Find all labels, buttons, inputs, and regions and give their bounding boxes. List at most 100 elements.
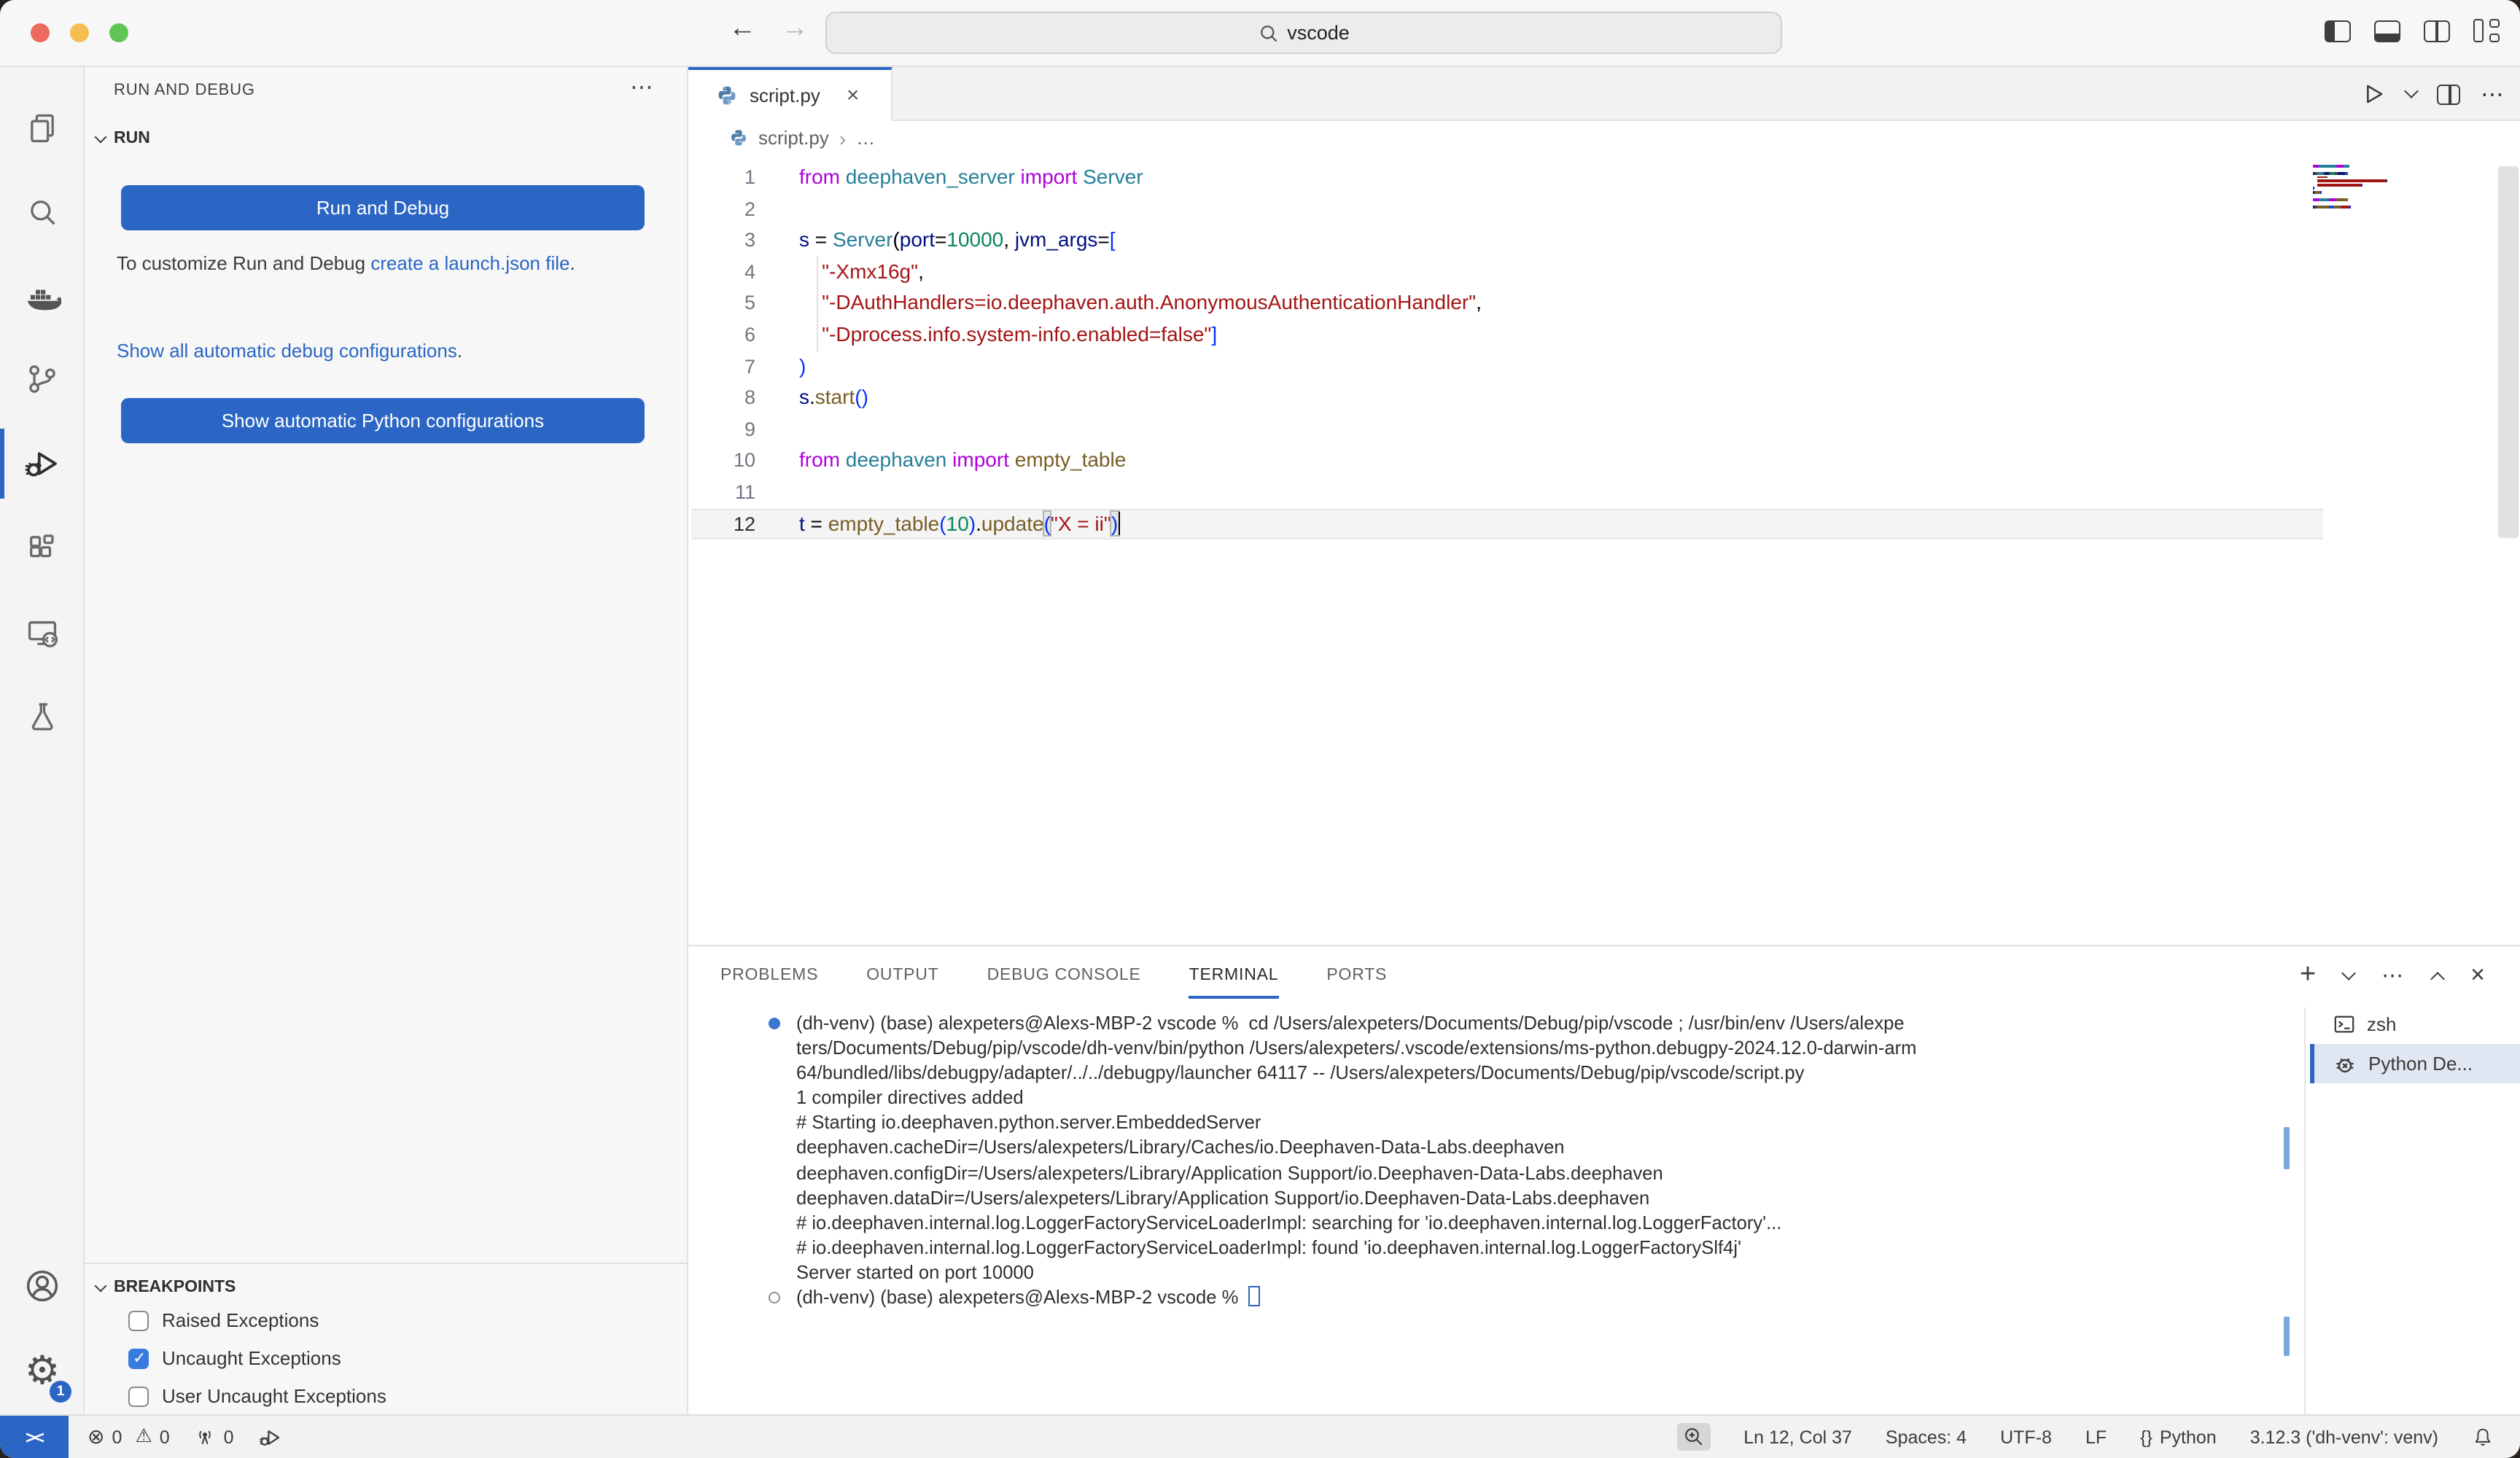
- checkbox-checked[interactable]: [128, 1348, 149, 1368]
- code-line-10[interactable]: 10from deephaven import empty_table: [688, 445, 2520, 477]
- code-line-5[interactable]: 5 "-DAuthHandlers=io.deephaven.auth.Anon…: [688, 288, 2520, 319]
- run-section-header[interactable]: RUN: [96, 130, 150, 147]
- breadcrumb[interactable]: script.py › …: [688, 121, 2520, 155]
- close-window-button[interactable]: [31, 23, 50, 42]
- sidebar-item-explorer[interactable]: [0, 87, 85, 169]
- sidebar-item-search[interactable]: [0, 172, 85, 254]
- sidebar-item-testing[interactable]: [0, 677, 85, 758]
- remote-indicator[interactable]: ><: [0, 1416, 69, 1458]
- editor-more-actions-icon[interactable]: ⋯: [2481, 79, 2505, 109]
- cursor-position[interactable]: Ln 12, Col 37: [1743, 1427, 1852, 1447]
- language-mode[interactable]: {} Python: [2140, 1427, 2217, 1447]
- tab-debug-console[interactable]: DEBUG CONSOLE: [987, 961, 1141, 990]
- breakpoints-section: BREAKPOINTS Raised Exceptions Uncaught E…: [85, 1263, 687, 1264]
- code-line-6[interactable]: 6 "-Dprocess.info.system-info.enabled=fa…: [688, 319, 2520, 351]
- tab-problems[interactable]: PROBLEMS: [720, 961, 818, 990]
- sidebar-item-remote-explorer[interactable]: [0, 592, 85, 674]
- create-launch-json-link[interactable]: create a launch.json file: [370, 252, 569, 274]
- tab-output[interactable]: OUTPUT: [866, 961, 938, 990]
- line-number: 11: [688, 477, 755, 508]
- python-file-icon: [729, 128, 748, 147]
- code-line-11[interactable]: 11: [688, 477, 2520, 508]
- zoom-status-icon[interactable]: [1676, 1423, 1710, 1451]
- indentation[interactable]: Spaces: 4: [1886, 1427, 1967, 1447]
- terminal-list-item-zsh[interactable]: zsh: [2310, 1005, 2520, 1044]
- tab-ports[interactable]: PORTS: [1326, 961, 1387, 990]
- terminal-scrollbar-mark[interactable]: [2284, 1317, 2290, 1356]
- sidebar-item-docker[interactable]: [0, 257, 85, 338]
- code-line-2[interactable]: 2: [688, 193, 2520, 225]
- problems-status[interactable]: ⊗ 0 ⚠ 0: [88, 1425, 170, 1449]
- warning-icon: ⚠: [135, 1426, 152, 1448]
- terminal-scrollbar-mark[interactable]: [2284, 1127, 2290, 1169]
- breakpoints-header[interactable]: BREAKPOINTS: [96, 1279, 236, 1296]
- toggle-sidebar-icon[interactable]: [2325, 20, 2351, 42]
- sidebar-item-run-and-debug[interactable]: [0, 423, 85, 504]
- bottom-panel: PROBLEMS OUTPUT DEBUG CONSOLE TERMINAL P…: [688, 945, 2520, 1414]
- ports-status[interactable]: 0: [195, 1426, 234, 1448]
- code-text: "-Dprocess.info.system-info.enabled=fals…: [799, 319, 1217, 351]
- close-panel-icon[interactable]: ×: [2470, 961, 2485, 990]
- show-all-debug-configs-link[interactable]: Show all automatic debug configurations: [117, 340, 457, 362]
- breakpoint-user-uncaught-exceptions[interactable]: User Uncaught Exceptions: [128, 1385, 386, 1407]
- code-text: from deephaven import empty_table: [799, 445, 1126, 477]
- terminal-line: 64/bundled/libs/debugpy/adapter/../../de…: [688, 1060, 2292, 1085]
- checkbox-unchecked[interactable]: [128, 1310, 149, 1330]
- zoom-window-button[interactable]: [109, 23, 128, 42]
- run-and-debug-button[interactable]: Run and Debug: [121, 185, 645, 230]
- sidebar-item-account[interactable]: [0, 1245, 85, 1327]
- breadcrumb-file[interactable]: script.py: [758, 127, 829, 149]
- maximize-panel-icon[interactable]: [2430, 971, 2445, 986]
- run-dropdown-chevron-icon[interactable]: [2404, 84, 2419, 98]
- encoding[interactable]: UTF-8: [2000, 1427, 2052, 1447]
- eol[interactable]: LF: [2085, 1427, 2107, 1447]
- run-python-file-icon[interactable]: [2361, 82, 2386, 106]
- code-editor[interactable]: 1from deephaven_server import Server23s …: [688, 155, 2520, 945]
- command-pending-decoration-icon[interactable]: [769, 1291, 780, 1303]
- minimap[interactable]: [2313, 165, 2435, 210]
- show-python-configs-button[interactable]: Show automatic Python configurations: [121, 398, 645, 443]
- python-interpreter[interactable]: 3.12.3 ('dh-venv': venv): [2250, 1427, 2438, 1447]
- breadcrumb-symbol-more[interactable]: …: [856, 127, 875, 149]
- forward-button[interactable]: →: [776, 13, 814, 45]
- notifications-bell-icon[interactable]: [2472, 1426, 2494, 1448]
- sidebar-item-source-control[interactable]: [0, 338, 85, 420]
- terminal-output[interactable]: (dh-venv) (base) alexpeters@Alexs-MBP-2 …: [688, 1010, 2292, 1309]
- new-terminal-icon[interactable]: +: [2300, 959, 2316, 991]
- code-line-9[interactable]: 9: [688, 414, 2520, 445]
- panel-more-actions-icon[interactable]: ⋯: [2381, 962, 2405, 989]
- code-text: from deephaven_server import Server: [799, 162, 1143, 193]
- code-line-8[interactable]: 8s.start(): [688, 382, 2520, 413]
- close-tab-icon[interactable]: ×: [847, 83, 860, 108]
- code-line-3[interactable]: 3s = Server(port=10000, jvm_args=[: [688, 225, 2520, 256]
- terminal-list-item-python-debug[interactable]: Python De...: [2310, 1044, 2520, 1083]
- terminal-list: zsh Python De...: [2310, 1005, 2520, 1083]
- show-all-configs-text: Show all automatic debug configurations.: [117, 335, 653, 367]
- sidebar-more-actions-icon[interactable]: ⋯: [630, 73, 655, 102]
- customize-layout-icon[interactable]: [2473, 19, 2500, 42]
- split-editor-layout-icon[interactable]: [2424, 20, 2450, 42]
- split-editor-icon[interactable]: [2437, 84, 2460, 104]
- breakpoint-raised-exceptions[interactable]: Raised Exceptions: [128, 1309, 319, 1331]
- tab-terminal[interactable]: TERMINAL: [1189, 961, 1279, 990]
- sidebar-item-extensions[interactable]: [0, 507, 85, 589]
- code-line-12[interactable]: 12t = empty_table(10).update("X = ii"): [688, 508, 2520, 539]
- debug-status[interactable]: [259, 1425, 282, 1449]
- checkbox-unchecked[interactable]: [128, 1386, 149, 1406]
- editor-scrollbar[interactable]: [2498, 166, 2519, 538]
- sidebar-item-settings[interactable]: ⚙ 1: [0, 1330, 85, 1411]
- command-center-search[interactable]: vscode: [825, 12, 1782, 54]
- terminal-list-label: zsh: [2367, 1013, 2396, 1035]
- breakpoint-uncaught-exceptions[interactable]: Uncaught Exceptions: [128, 1347, 341, 1369]
- back-button[interactable]: ←: [723, 13, 761, 45]
- minimize-window-button[interactable]: [70, 23, 89, 42]
- code-line-1[interactable]: 1from deephaven_server import Server: [688, 162, 2520, 193]
- tab-script-py[interactable]: script.py ×: [688, 67, 892, 121]
- command-success-decoration-icon[interactable]: [769, 1017, 780, 1029]
- code-line-4[interactable]: 4 "-Xmx16g",: [688, 257, 2520, 288]
- launch-profile-chevron-icon[interactable]: [2341, 965, 2356, 980]
- toggle-panel-icon[interactable]: [2374, 20, 2400, 42]
- code-line-7[interactable]: 7): [688, 351, 2520, 382]
- minimap-line: [2313, 184, 2435, 186]
- explorer-icon: [25, 111, 60, 146]
